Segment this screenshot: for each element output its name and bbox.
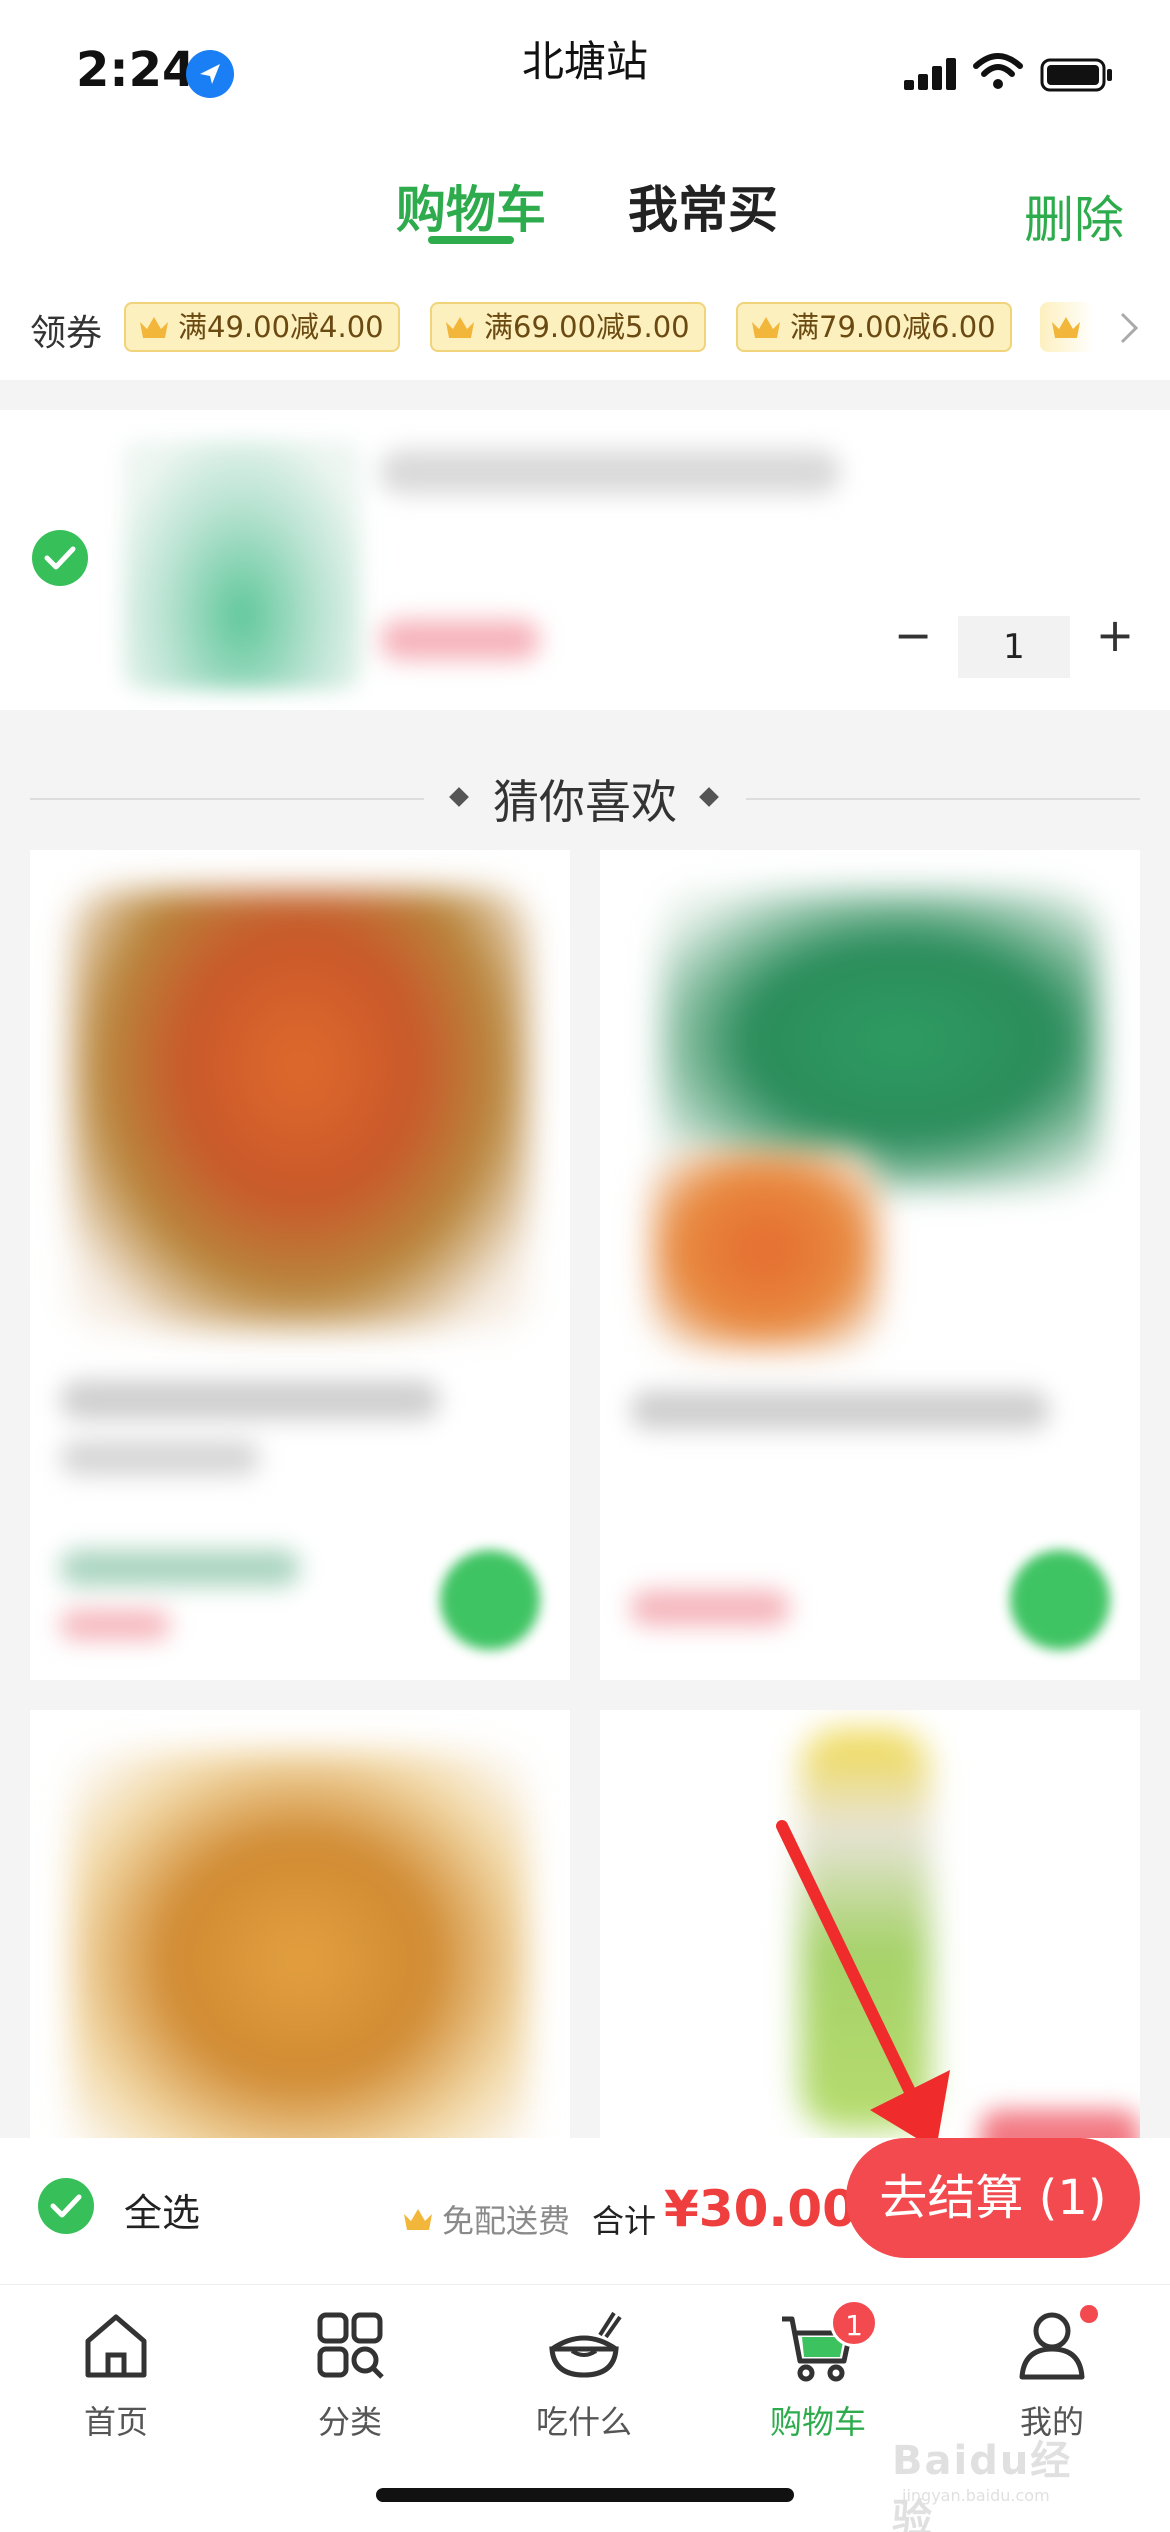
coupon-chip[interactable]: 满69.00减5.00 [430, 302, 706, 352]
quantity-plus-button[interactable]: + [1090, 610, 1140, 660]
tab-underline [428, 236, 514, 244]
tabbar-item-cart[interactable]: 1 购物车 [728, 2299, 908, 2443]
total-amount: ¥30.00 [664, 2180, 857, 2238]
signal-icon [904, 58, 956, 90]
checkout-button[interactable]: 去结算 (1) [846, 2138, 1140, 2258]
coupon-text: 满49.00减4.00 [178, 310, 384, 344]
crown-icon [752, 317, 780, 338]
product-card[interactable] [30, 1710, 570, 2140]
product-image [660, 890, 1100, 1190]
arrow-annotation [776, 1820, 950, 2150]
battery-icon [1040, 58, 1112, 92]
tabbar-label: 首页 [83, 2403, 148, 2441]
coupon-chip-partial[interactable] [1040, 302, 1100, 352]
product-image-detail [650, 1150, 880, 1350]
product-badge-blurred [980, 2110, 1140, 2140]
crown-icon [140, 317, 168, 338]
coupon-label[interactable]: 领券 [30, 304, 102, 356]
quantity-value[interactable]: 1 [958, 616, 1070, 678]
tab-cart[interactable]: 购物车 [396, 170, 546, 242]
product-price-blurred [630, 1590, 790, 1626]
product-image [70, 1750, 530, 2140]
home-indicator[interactable] [376, 2488, 794, 2502]
cart-badge: 1 [830, 2299, 878, 2347]
quantity-minus-button[interactable]: − [888, 610, 938, 660]
item-check-icon[interactable] [32, 530, 88, 586]
crown-icon [404, 2209, 432, 2230]
rice-bowl-icon [549, 2311, 622, 2378]
tabbar-label: 分类 [317, 2403, 382, 2441]
watermark-subtext: jingyan.baidu.com [902, 2486, 1050, 2505]
add-to-cart-icon[interactable] [440, 1550, 540, 1650]
wifi-icon [973, 53, 1023, 89]
free-shipping-text: 免配送费 [442, 2202, 571, 2240]
notification-dot [1080, 2305, 1098, 2323]
home-icon [85, 2314, 147, 2378]
select-all-label[interactable]: 全选 [124, 2182, 200, 2237]
product-card[interactable] [600, 850, 1140, 1680]
cart-item: − 1 + [0, 410, 1170, 710]
category-grid-icon [317, 2312, 384, 2379]
total-label: 合计 [592, 2202, 657, 2240]
product-name-blurred [60, 1440, 260, 1476]
divider [746, 798, 1140, 800]
coupon-text: 满69.00减5.00 [484, 310, 690, 344]
watermark: Baidu经验 jingyan.baidu.com [892, 2420, 1112, 2532]
tabbar-item-what-to-eat[interactable]: 吃什么 [494, 2305, 674, 2443]
tabbar-label: 吃什么 [535, 2403, 632, 2441]
coupon-chip[interactable]: 满49.00减4.00 [124, 302, 400, 352]
product-price-blurred [60, 1610, 170, 1640]
bottom-action-bar: 全选 免配送费 合计 ¥30.00 去结算 (1) [0, 2138, 1170, 2284]
delete-button[interactable]: 删除 [1024, 180, 1124, 252]
recommend-header: 猜你喜欢 [0, 760, 1170, 840]
item-name-blurred[interactable] [380, 450, 840, 494]
status-bar: 2:24 北塘站 [0, 0, 1170, 140]
product-name-blurred [630, 1390, 1050, 1430]
product-image [70, 890, 530, 1330]
tabbar-item-category[interactable]: 分类 [260, 2305, 440, 2443]
coupon-chip[interactable]: 满79.00减6.00 [736, 302, 1012, 352]
coupon-row: 领券 满49.00减4.00 满69.00减5.00 满79.00减6.00 [0, 290, 1170, 380]
add-to-cart-icon[interactable] [1010, 1550, 1110, 1650]
crown-icon [446, 317, 474, 338]
free-shipping-note: 免配送费 [402, 2196, 570, 2242]
product-name-blurred [60, 1380, 440, 1420]
watermark-text: Baidu经验 [892, 2438, 1073, 2532]
tabbar-label: 购物车 [769, 2403, 866, 2441]
item-price-blurred [380, 620, 540, 660]
product-tag-blurred [60, 1550, 300, 1586]
tab-frequent[interactable]: 我常买 [628, 170, 778, 242]
crown-icon [1052, 317, 1080, 338]
item-image[interactable] [122, 440, 362, 690]
select-all-check-icon[interactable] [38, 2178, 94, 2234]
coupon-text: 满79.00减6.00 [790, 310, 996, 344]
chevron-right-icon[interactable] [1118, 310, 1142, 346]
product-card[interactable] [30, 850, 570, 1680]
cart-tabs: 购物车 我常买 删除 [0, 140, 1170, 290]
tabbar-item-home[interactable]: 首页 [26, 2305, 206, 2443]
